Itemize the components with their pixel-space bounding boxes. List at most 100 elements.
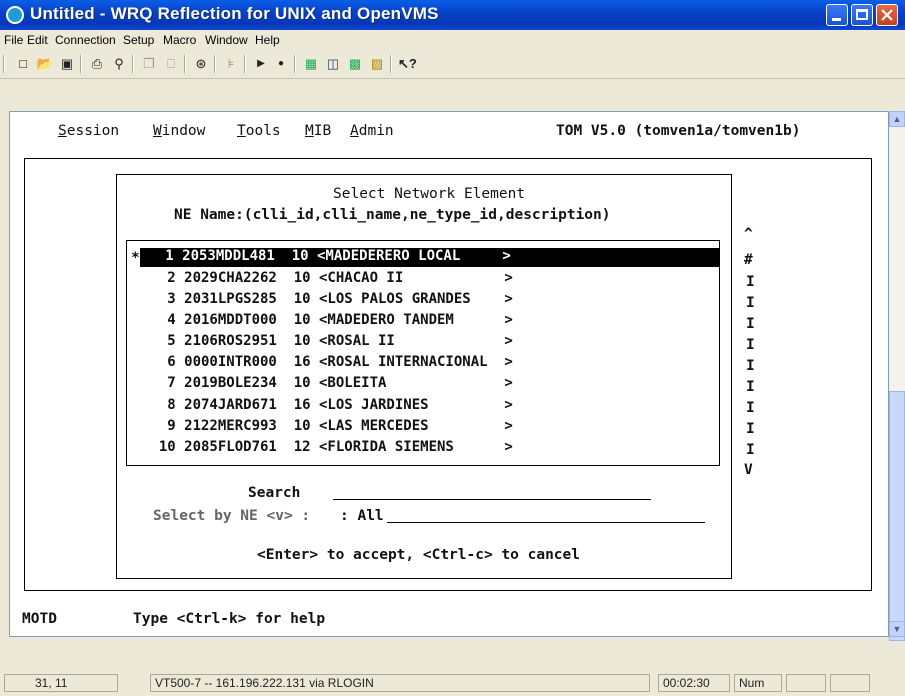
list-item[interactable]: 4 2016MDDT000 10 <MADEDERO TANDEM > — [142, 312, 513, 331]
search-input-line — [333, 499, 651, 500]
scroll-down-arrow[interactable]: ▼ — [889, 621, 905, 637]
term-menu-session-rest: ession — [66, 123, 120, 139]
row-text: 6 0000INTR000 16 <ROSAL INTERNACIONAL > — [142, 354, 513, 370]
term-menu-admin[interactable]: Admin — [350, 123, 394, 139]
dialog-footer: <Enter> to accept, <Ctrl-c> to cancel — [257, 547, 581, 563]
term-menu-tools-rest: ools — [245, 123, 281, 139]
toolbar-separator — [80, 55, 82, 73]
close-icon — [881, 9, 893, 21]
select-by-value[interactable]: : All — [340, 508, 384, 524]
select-by-line — [387, 522, 705, 523]
list-item[interactable]: 3 2031LPGS285 10 <LOS PALOS GRANDES > — [142, 291, 513, 310]
toolbar-separator — [390, 55, 392, 73]
list-scroll-down[interactable]: V — [744, 462, 753, 478]
connection-status: VT500-7 -- 161.196.222.131 via RLOGIN — [150, 674, 650, 692]
close-button[interactable] — [876, 4, 898, 26]
list-scroll-position: # — [744, 252, 753, 268]
hotkey-m: M — [305, 123, 314, 139]
term-menu-window-rest: indow — [161, 123, 206, 139]
row-text: 10 2085FLOD761 12 <FLORIDA SIEMENS > — [142, 439, 513, 455]
setup-icon-4[interactable]: ▨ — [368, 55, 386, 73]
term-menu-tools[interactable]: Tools — [237, 123, 281, 139]
row-text: 1 2053MDDL481 10 <MADEDERERO LOCAL > — [140, 248, 511, 264]
menu-connection[interactable]: Connection — [55, 33, 116, 47]
list-scroll-track: I I I I I I I I I — [746, 274, 755, 458]
play-icon[interactable]: ▶ — [252, 55, 270, 73]
menu-help[interactable]: Help — [255, 33, 280, 47]
row-text: 2 2029CHA2262 10 <CHACAO II > — [142, 270, 513, 286]
scroll-thumb[interactable] — [889, 391, 905, 641]
list-item[interactable]: 7 2019BOLE234 10 <BOLEITA > — [142, 375, 513, 394]
cursor-position: 31, 11 — [4, 674, 118, 692]
help-icon[interactable]: ↖? — [398, 55, 417, 73]
setup-icon-3[interactable]: ▩ — [346, 55, 364, 73]
toolbar-separator — [184, 55, 186, 73]
list-item[interactable]: 6 0000INTR000 16 <ROSAL INTERNACIONAL > — [142, 354, 513, 373]
list-item[interactable]: 5 2106ROS2951 10 <ROSAL II > — [142, 333, 513, 352]
num-lock-indicator: Num — [734, 674, 782, 692]
dialog-subtitle: NE Name:(clli_id,clli_name,ne_type_id,de… — [174, 207, 611, 223]
maximize-button[interactable] — [851, 4, 873, 26]
scroll-up-arrow[interactable]: ▲ — [889, 111, 905, 127]
term-menu-session[interactable]: Session — [58, 123, 119, 139]
disconnect-icon[interactable]: ⊧ — [222, 55, 240, 73]
toolbar-separator — [244, 55, 246, 73]
list-item[interactable]: 2 2029CHA2262 10 <CHACAO II > — [142, 270, 513, 289]
row-text: 3 2031LPGS285 10 <LOS PALOS GRANDES > — [142, 291, 513, 307]
title-bar: Untitled - WRQ Reflection for UNIX and O… — [0, 0, 905, 30]
connect-icon[interactable]: ⊛ — [192, 55, 210, 73]
session-timer: 00:02:30 — [658, 674, 730, 692]
toolbar: □ 📂 ▣ ⎙ ⚲ ❐ ⎕ ⊛ ⊧ ▶ ● ▦ ◫ ▩ ▨ ↖? — [0, 50, 905, 79]
status-cell — [830, 674, 870, 692]
list-item[interactable]: 10 2085FLOD761 12 <FLORIDA SIEMENS > — [142, 439, 513, 458]
minimize-button[interactable] — [826, 4, 848, 26]
hotkey-t: T — [237, 123, 246, 139]
toolbar-separator — [214, 55, 216, 73]
status-cell — [786, 674, 826, 692]
dialog-title: Select Network Element — [333, 186, 526, 202]
paste-icon[interactable]: ⎕ — [162, 55, 180, 73]
row-text: 7 2019BOLE234 10 <BOLEITA > — [142, 375, 513, 391]
new-icon[interactable]: □ — [14, 55, 32, 73]
app-icon[interactable] — [6, 6, 24, 24]
hotkey-s: S — [58, 123, 67, 139]
search-label: Search — [248, 485, 301, 501]
select-by-label: Select by NE <v> : — [153, 508, 311, 524]
hotkey-a: A — [350, 123, 359, 139]
vertical-scrollbar[interactable]: ▲ ▼ — [889, 111, 905, 641]
list-item[interactable]: 9 2122MERC993 10 <LAS MERCEDES > — [142, 418, 513, 437]
open-icon[interactable]: 📂 — [36, 55, 54, 73]
menu-file[interactable]: File — [4, 33, 23, 47]
motd-label: MOTD — [22, 611, 57, 627]
menu-macro[interactable]: Macro — [163, 33, 196, 47]
status-bar: 31, 11 VT500-7 -- 161.196.222.131 via RL… — [0, 668, 905, 696]
row-text: 5 2106ROS2951 10 <ROSAL II > — [142, 333, 513, 349]
selection-marker: * — [131, 250, 140, 266]
find-icon[interactable]: ⚲ — [110, 55, 128, 73]
term-menu-mib[interactable]: MIB — [305, 123, 331, 139]
tom-version: TOM V5.0 (tomven1a/tomven1b) — [556, 123, 801, 139]
menu-window[interactable]: Window — [205, 33, 248, 47]
list-item[interactable]: 8 2074JARD671 16 <LOS JARDINES > — [142, 397, 513, 416]
copy-icon[interactable]: ❐ — [140, 55, 158, 73]
toolbar-grip — [3, 55, 5, 73]
print-icon[interactable]: ⎙ — [88, 55, 106, 73]
window-title: Untitled - WRQ Reflection for UNIX and O… — [30, 4, 439, 23]
hotkey-w: W — [153, 123, 162, 139]
toolbar-separator — [294, 55, 296, 73]
help-text: Type <Ctrl-k> for help — [133, 611, 326, 627]
term-menu-window[interactable]: Window — [153, 123, 205, 139]
toolbar-separator — [132, 55, 134, 73]
list-scroll-up[interactable]: ^ — [744, 226, 753, 242]
setup-icon-2[interactable]: ◫ — [324, 55, 342, 73]
list-item[interactable]: 1 2053MDDL481 10 <MADEDERERO LOCAL > — [140, 248, 720, 267]
menu-setup[interactable]: Setup — [123, 33, 154, 47]
row-text: 4 2016MDDT000 10 <MADEDERO TANDEM > — [142, 312, 513, 328]
record-icon[interactable]: ● — [272, 55, 290, 73]
term-menu-mib-rest: IB — [313, 123, 332, 139]
row-text: 8 2074JARD671 16 <LOS JARDINES > — [142, 397, 513, 413]
setup-icon-1[interactable]: ▦ — [302, 55, 320, 73]
menu-edit[interactable]: Edit — [27, 33, 48, 47]
menu-bar: File Edit Connection Setup Macro Window … — [0, 30, 905, 50]
save-icon[interactable]: ▣ — [58, 55, 76, 73]
